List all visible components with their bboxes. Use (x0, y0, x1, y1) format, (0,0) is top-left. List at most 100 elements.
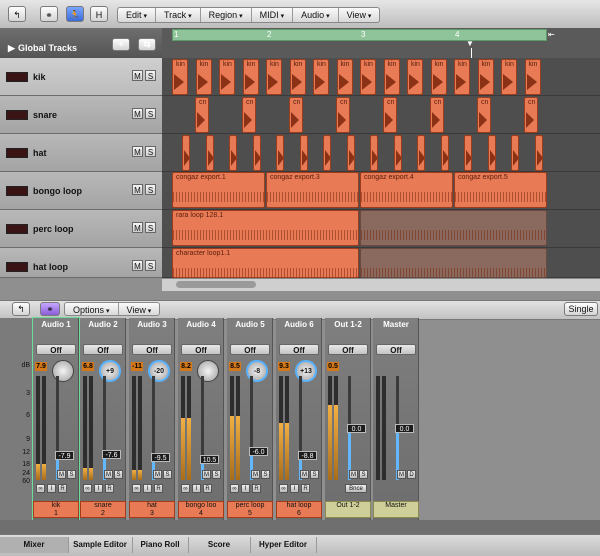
region-hat[interactable] (440, 135, 449, 171)
undo-button[interactable]: ↰ (8, 6, 26, 22)
solo-button[interactable]: S (261, 470, 270, 479)
horizontal-scrollbar[interactable] (162, 278, 600, 291)
menu-edit[interactable]: Edit (118, 8, 156, 22)
solo-button[interactable]: S (145, 70, 156, 81)
mute-button[interactable]: M (397, 470, 406, 479)
mixer-link-button[interactable]: ⚭ (40, 302, 60, 316)
region-kik[interactable]: kin (266, 59, 282, 95)
channel-label[interactable]: kik 1 (33, 501, 79, 518)
menu-midi[interactable]: MIDI (252, 8, 294, 22)
region-snare[interactable]: cn (242, 97, 256, 133)
region-hat[interactable] (205, 135, 214, 171)
mute-button[interactable]: M (132, 184, 143, 195)
cycle-range[interactable] (172, 29, 547, 41)
region-hat[interactable] (276, 135, 284, 171)
volume-value[interactable]: -8.8 (298, 451, 317, 461)
peak-indicator[interactable]: 8.2 (180, 362, 192, 371)
solo-button[interactable]: S (359, 470, 368, 479)
region-hat-loop-repeat[interactable] (360, 248, 547, 278)
hide-button[interactable]: H (90, 6, 108, 22)
region-kik[interactable]: kin (524, 59, 541, 95)
playhead-icon[interactable]: ▼ (466, 39, 474, 48)
link-icon[interactable]: ∞ (230, 484, 239, 493)
solo-button[interactable]: S (163, 470, 172, 479)
channel-label[interactable]: bongo loo 4 (178, 501, 224, 518)
peak-indicator[interactable]: 6.8 (82, 362, 94, 371)
track-header-hat[interactable]: hat M S (0, 134, 162, 172)
region-bongo-2[interactable]: congaz export.3 (266, 172, 359, 208)
input-monitor-button[interactable]: I (290, 484, 299, 493)
menu-view[interactable]: View (119, 303, 160, 315)
region-snare[interactable]: cn (195, 97, 209, 133)
region-hat[interactable] (370, 135, 378, 171)
menu-track[interactable]: Track (156, 8, 201, 22)
input-monitor-button[interactable]: I (241, 484, 250, 493)
channel-label[interactable]: perc loop 5 (227, 501, 273, 518)
channel-label[interactable]: hat loop 6 (276, 501, 322, 518)
input-monitor-button[interactable]: I (143, 484, 152, 493)
channel-strip[interactable]: Master Off 0.0 M D Master (373, 318, 419, 520)
solo-button[interactable]: S (145, 222, 156, 233)
region-hat[interactable] (487, 135, 496, 171)
record-enable-button[interactable]: R (203, 484, 212, 493)
solo-button[interactable]: D (407, 470, 416, 479)
peak-indicator[interactable]: -11 (131, 362, 143, 371)
global-tracks-header[interactable]: ▶ Global Tracks + ⇆ (0, 28, 162, 58)
volume-value[interactable]: 0.0 (395, 424, 414, 433)
record-enable-button[interactable]: R (252, 484, 261, 493)
link-button[interactable]: ⚭ (40, 6, 58, 22)
region-kik[interactable]: kin (219, 59, 235, 95)
region-kik[interactable]: kin (242, 59, 259, 95)
track-header-perc-loop[interactable]: perc loop M S (0, 210, 162, 248)
channel-label[interactable]: hat 3 (129, 501, 175, 518)
channel-strip[interactable]: Audio 1 Off 7.9 -7.9 M S I R ∞ kik 1 (32, 317, 80, 521)
disclosure-triangle-icon[interactable]: ▶ (8, 43, 15, 54)
input-slot-button[interactable]: Off (328, 344, 368, 355)
mute-button[interactable]: M (153, 470, 162, 479)
solo-button[interactable]: S (145, 184, 156, 195)
track-header-kik[interactable]: kik M S (0, 58, 162, 96)
input-slot-button[interactable]: Off (132, 344, 172, 355)
volume-value[interactable]: -7.6 (102, 450, 121, 459)
region-kik[interactable]: kin (407, 59, 423, 95)
volume-fader[interactable] (299, 376, 302, 480)
region-snare[interactable]: cn (383, 97, 397, 133)
input-monitor-button[interactable]: I (192, 484, 201, 493)
region-kik[interactable]: kin (430, 59, 447, 95)
record-enable-button[interactable]: R (154, 484, 163, 493)
region-hat[interactable] (252, 135, 261, 171)
channel-strip[interactable]: Audio 5 Off 8.5 -8 -6.0 M S I R ∞ perc loop 5 (227, 318, 273, 520)
mute-button[interactable]: M (132, 222, 143, 233)
tab-mixer[interactable]: Mixer (0, 537, 69, 553)
region-snare[interactable]: cn (524, 97, 538, 133)
region-hat[interactable] (511, 135, 519, 171)
mute-button[interactable]: M (104, 470, 113, 479)
region-hat[interactable] (393, 135, 402, 171)
add-track-button[interactable]: + (112, 38, 130, 51)
region-hat[interactable] (323, 135, 331, 171)
solo-button[interactable]: S (212, 470, 221, 479)
solo-button[interactable]: S (67, 470, 76, 479)
channel-strip[interactable]: Audio 4 Off 8.2 10.5 M S I R ∞ bongo loo 4 (178, 318, 224, 520)
link-icon[interactable]: ∞ (279, 484, 288, 493)
link-icon[interactable]: ∞ (181, 484, 190, 493)
mute-button[interactable]: M (300, 470, 309, 479)
input-slot-button[interactable]: Off (181, 344, 221, 355)
region-bongo-3[interactable]: congaz export.4 (360, 172, 453, 208)
region-snare[interactable]: cn (477, 97, 491, 133)
tab-sample-editor[interactable]: Sample Editor (68, 537, 133, 553)
link-icon[interactable]: ∞ (83, 484, 92, 493)
channel-label[interactable]: Master (373, 501, 419, 518)
input-slot-button[interactable]: Off (83, 344, 123, 355)
peak-indicator[interactable]: 7.9 (35, 362, 47, 371)
solo-button[interactable]: S (145, 108, 156, 119)
region-snare[interactable]: cn (430, 97, 444, 133)
region-kik[interactable]: kin (336, 59, 353, 95)
end-marker-icon[interactable]: ⇤ (548, 30, 555, 39)
mute-button[interactable]: M (132, 108, 143, 119)
channel-strip[interactable]: Audio 2 Off 6.8 +9 -7.6 M S I R ∞ snare 2 (80, 318, 126, 520)
tab-hyper-editor[interactable]: Hyper Editor (250, 537, 317, 553)
channel-strip[interactable]: Audio 6 Off 9.3 +13 -8.8 M S I R ∞ hat loop 6 (276, 318, 322, 520)
region-kik[interactable]: kin (313, 59, 329, 95)
input-slot-button[interactable]: Off (279, 344, 319, 355)
